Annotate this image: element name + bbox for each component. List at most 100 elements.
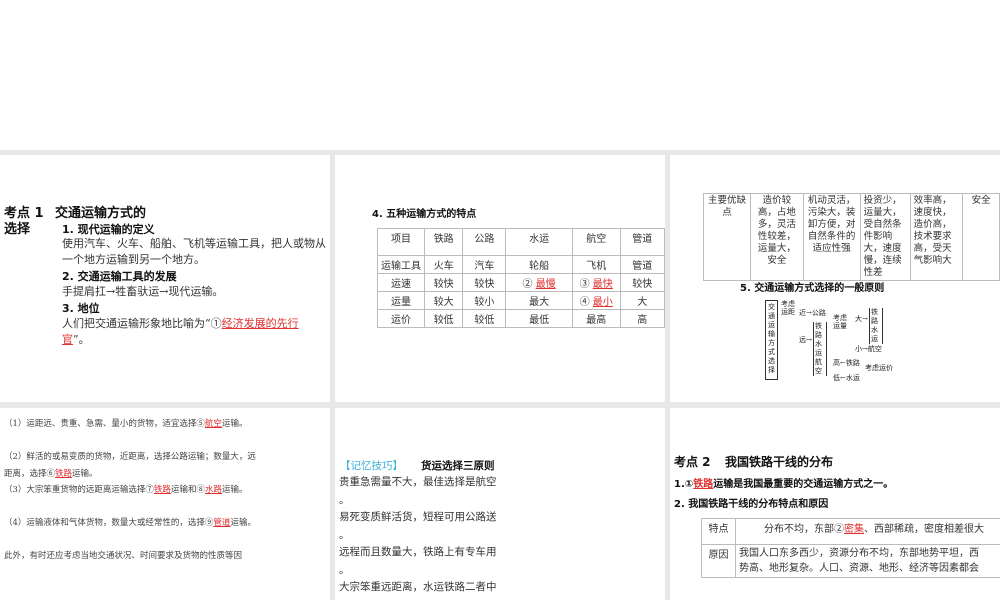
td: 安全 <box>963 194 1000 281</box>
table-row: 运输工具火车汽车轮船飞机管道 <box>378 256 665 274</box>
answer: 管道 <box>213 518 230 528</box>
section-title: 4. 五种运输方式的特点 <box>372 205 476 220</box>
td: 效率高，速度快，造价高，技术要求高，受天气影响大 <box>910 194 963 281</box>
diagram-node: 大→ <box>855 314 868 324</box>
td: 较小 <box>463 292 506 310</box>
td: 造价较高，占地多，灵活性较差，运量大，安全 <box>751 194 804 281</box>
td: 投资少，运量大，受自然条件影响大，速度慢，连续性差 <box>860 194 910 281</box>
th: 水运 <box>506 229 573 256</box>
td: ④ 最小 <box>572 292 620 310</box>
text: 此外，有时还应考虑当地交通状况、时间要求及货物的性质等因 <box>4 548 242 565</box>
slide-5[interactable]: 【记忆技巧】 货运选择三原则 贵重急需量不大，最佳选择是航空 。 易死变质鲜活货… <box>335 408 665 608</box>
answer: 航空 <box>205 419 222 429</box>
table-row: 运价较低较低最低最高高 <box>378 310 665 328</box>
td: 分布不均，东部②密集、西部稀疏，密度相差很大 <box>736 519 1000 545</box>
diagram-node: 铁路 水运 <box>869 308 883 344</box>
td: 最高 <box>572 310 620 328</box>
line-1: 1.①铁路运输是我国最重要的交通运输方式之一。 <box>674 475 893 490</box>
text-part: 运输。 <box>222 485 248 495</box>
answer: 铁路 <box>693 479 713 490</box>
td: 较低 <box>463 310 506 328</box>
section-title: 5. 交通运输方式选择的一般原则 <box>740 279 884 294</box>
answer: 经济发展的先行 <box>222 317 299 330</box>
slide-3[interactable]: 主要优缺点 造价较高，占地多，灵活性较差，运量大，安全 机动灵活，污染大，装卸方… <box>670 155 1000 402</box>
selection-diagram: 交通运输方式选择 考虑运距 近→公路 远→ 铁路 水运 航空 考虑运量 大→ 铁… <box>765 300 905 385</box>
diagram-root: 交通运输方式选择 <box>765 300 778 380</box>
diagram-node: 铁路 水运 航空 <box>813 322 827 376</box>
line: 贵重急需量不大，最佳选择是航空 <box>339 474 497 492</box>
table-row: 运速较快较快② 最慢③ 最快较快 <box>378 274 665 292</box>
td: 最大 <box>506 292 573 310</box>
answer: 最快 <box>593 279 613 290</box>
table-row: 运量较大较小最大④ 最小大 <box>378 292 665 310</box>
td: ③ 最快 <box>572 274 620 292</box>
td: 运价 <box>378 310 425 328</box>
slide-1[interactable]: 考点 1 交通运输方式的 选择 1. 现代运输的定义 使用汽车、火车、船舶、飞机… <box>0 155 330 402</box>
section-title: 3. 地位 <box>62 300 100 316</box>
num: ② <box>523 279 536 290</box>
td: 飞机 <box>572 256 620 274</box>
td: 火车 <box>425 256 463 274</box>
answer: 官 <box>62 333 73 346</box>
td: 机动灵活，污染大，装卸方便，对自然条件的适应性强 <box>803 194 860 281</box>
line: 。 <box>339 527 497 545</box>
text-part: （4）运输液体和气体货物，数量大或经常性的，选择⑨ <box>4 518 213 528</box>
diagram-node: 考虑运量 <box>833 314 847 330</box>
text-part: 运输。 <box>230 518 256 528</box>
td: 高 <box>620 310 664 328</box>
answer: 水路 <box>205 485 222 495</box>
slide-6[interactable]: 考点 2 我国铁路干线的分布 1.①铁路运输是我国最重要的交通运输方式之一。 2… <box>670 408 1000 608</box>
td: 较快 <box>620 274 664 292</box>
td: 汽车 <box>463 256 506 274</box>
transport-table: 项目 铁路 公路 水运 航空 管道 运输工具火车汽车轮船飞机管道 运速较快较快②… <box>377 228 665 328</box>
topic-number: 考点 2 <box>674 453 711 470</box>
th: 航空 <box>572 229 620 256</box>
text-part: （2）鲜活的或易变质的货物，近距离，选择公路运输；数量大，远距离，选择⑥ <box>4 452 256 479</box>
td: 较快 <box>425 274 463 292</box>
topic-title-cont: 选择 <box>4 218 30 237</box>
diagram-node: 考虑运距 <box>781 300 795 316</box>
answer: 最小 <box>593 297 613 308</box>
text-part: 势高、地形复杂。人口、资源、地形、经济等因素都会 <box>739 561 1000 576</box>
text: 人们把交通运输形象地比喻为“①经济发展的先行 <box>62 316 299 332</box>
slide-4[interactable]: （1）运距远、贵重、急需、量小的货物，适宜选择⑤航空运输。 （2）鲜活的或易变质… <box>0 408 330 608</box>
table-header-row: 项目 铁路 公路 水运 航空 管道 <box>378 229 665 256</box>
text: 一个地方运输到另一个地方。 <box>62 252 205 268</box>
text: 官”。 <box>62 332 90 348</box>
num: ③ <box>580 279 593 290</box>
answer: 铁路 <box>55 469 72 479</box>
row-label: 特点 <box>702 519 736 545</box>
line: 远程而且数量大，铁路上有专车用 <box>339 544 497 562</box>
th: 铁路 <box>425 229 463 256</box>
text-part: （1）运距远、贵重、急需、量小的货物，适宜选择⑤ <box>4 419 205 429</box>
td: 运量 <box>378 292 425 310</box>
diagram-node: 远→ <box>799 335 812 345</box>
line: 。 <box>339 562 497 580</box>
diagram-node: 小→航空 <box>855 344 882 354</box>
diagram-node: 近→公路 <box>799 308 826 318</box>
item-1: （1）运距远、贵重、急需、量小的货物，适宜选择⑤航空运输。 <box>4 416 264 433</box>
row-label: 原因 <box>702 545 736 578</box>
rhyme-lines: 贵重急需量不大，最佳选择是航空 。 易死变质鲜活货，短程可用公路送 。 远程而且… <box>339 474 497 597</box>
text-part: 运输。 <box>222 419 248 429</box>
slide-2[interactable]: 4. 五种运输方式的特点 项目 铁路 公路 水运 航空 管道 运输工具火车汽车轮… <box>335 155 665 402</box>
text: 使用汽车、火车、船舶、飞机等运输工具，把人或物从 <box>62 236 326 252</box>
td: 较快 <box>463 274 506 292</box>
answer: 密集 <box>844 524 864 535</box>
diagram-node: 高←铁路 <box>833 358 860 368</box>
th: 公路 <box>463 229 506 256</box>
num: ④ <box>580 297 593 308</box>
td: 大 <box>620 292 664 310</box>
line: 大宗笨重远距离，水运铁路二者中 <box>339 579 497 597</box>
td: 轮船 <box>506 256 573 274</box>
section-title: 2. 交通运输工具的发展 <box>62 268 177 284</box>
text: 手提肩扛→牲畜驮运→现代运输。 <box>62 284 223 300</box>
text-part: 分布不均，东部② <box>764 524 844 535</box>
td: 我国人口东多西少，资源分布不均，东部地势平坦，西势高、地形复杂。人口、资源、地形… <box>736 545 1000 578</box>
td: 较大 <box>425 292 463 310</box>
item-4: （4）运输液体和气体货物，数量大或经常性的，选择⑨管道运输。 <box>4 515 269 532</box>
text-part: 运输。 <box>72 469 98 479</box>
memory-tip-tag: 【记忆技巧】 <box>340 458 403 473</box>
text-part: （3）大宗笨重货物的远距离运输选择⑦ <box>4 485 154 495</box>
item-3: （3）大宗笨重货物的远距离运输选择⑦铁路运输和⑧水路运输。 <box>4 482 264 499</box>
